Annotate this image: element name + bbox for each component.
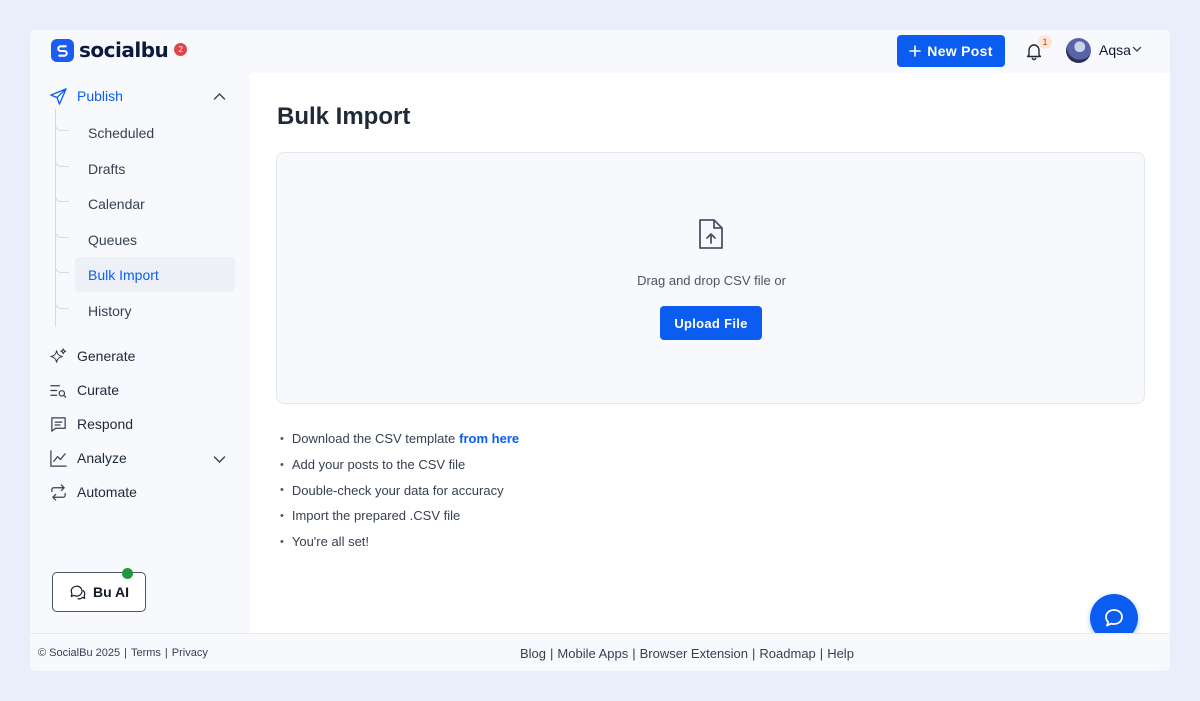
chat-bubbles-icon	[70, 585, 86, 600]
dropzone-text: Drag and drop CSV file or	[637, 273, 786, 288]
terms-link[interactable]: Terms	[131, 647, 161, 659]
sidebar-item-publish[interactable]: Publish	[48, 84, 123, 108]
copyright-text: © SocialBu 2025	[38, 647, 121, 659]
bu-ai-button[interactable]: Bu AI	[52, 572, 146, 612]
tree-branch	[55, 228, 69, 238]
chevron-down-icon[interactable]	[213, 455, 226, 464]
online-status-dot	[122, 568, 133, 579]
list-item: Import the prepared .CSV file	[280, 503, 519, 529]
sidebar-item-label: Automate	[77, 484, 137, 500]
plus-icon	[909, 45, 922, 57]
avatar[interactable]	[1066, 38, 1091, 63]
chevron-down-icon[interactable]	[1132, 44, 1142, 54]
chart-line-icon	[48, 448, 68, 468]
sidebar-item-queues[interactable]: Queues	[75, 222, 235, 257]
separator: |	[124, 647, 127, 659]
footer-link-help[interactable]: Help	[827, 646, 854, 661]
footer-legal: © SocialBu 2025 | Terms | Privacy	[38, 647, 208, 659]
sparkle-icon	[48, 346, 68, 366]
new-post-button[interactable]: New Post	[897, 35, 1005, 67]
step-text: Import the prepared .CSV file	[291, 508, 461, 524]
sidebar-item-label: Analyze	[77, 450, 127, 466]
list-item: Double-check your data for accuracy	[280, 477, 519, 503]
footer-link-blog[interactable]: Blog	[520, 646, 546, 661]
chevron-up-icon[interactable]	[213, 92, 226, 101]
sidebar-item-calendar[interactable]: Calendar	[75, 186, 235, 221]
separator: |	[752, 646, 756, 661]
sidebar-item-label: Generate	[77, 348, 136, 364]
tree-branch	[55, 157, 69, 167]
brand-name: socialbu	[79, 38, 169, 62]
brand-logo[interactable]: socialbu 2	[51, 38, 188, 62]
sidebar-item-bulk-import[interactable]: Bulk Import	[75, 257, 235, 292]
tree-branch	[55, 121, 69, 131]
privacy-link[interactable]: Privacy	[172, 647, 208, 659]
brand-badge: 2	[174, 42, 188, 56]
sidebar-item-analyze[interactable]: Analyze	[48, 446, 127, 470]
upload-file-button[interactable]: Upload File	[660, 306, 762, 340]
footer-links: Blog | Mobile Apps | Browser Extension |…	[520, 646, 854, 661]
socialbu-logo-icon	[51, 38, 74, 62]
step-text: Double-check your data for accuracy	[291, 482, 504, 498]
list-item: Download the CSV template from here	[280, 426, 519, 452]
sidebar-item-generate[interactable]: Generate	[48, 344, 135, 368]
bu-ai-label: Bu AI	[92, 584, 130, 600]
list-item: You're all set!	[280, 529, 519, 555]
sidebar-item-respond[interactable]: Respond	[48, 412, 133, 436]
sidebar-item-automate[interactable]: Automate	[48, 480, 137, 504]
footer-link-mobile-apps[interactable]: Mobile Apps	[557, 646, 628, 661]
user-name[interactable]: Aqsa	[1099, 42, 1131, 58]
sidebar-item-history[interactable]: History	[75, 293, 235, 328]
step-text: Download the CSV template	[291, 431, 456, 447]
app-frame: socialbu 2 New Post 1 Aqsa Publish Sched…	[30, 30, 1170, 671]
main-content: Bulk Import Drag and drop CSV file or Up…	[250, 73, 1170, 633]
sidebar-item-label: Respond	[77, 416, 134, 432]
footer-link-browser-extension[interactable]: Browser Extension	[640, 646, 748, 661]
page-title: Bulk Import	[277, 103, 411, 130]
separator: |	[550, 646, 554, 661]
tree-branch	[55, 263, 69, 273]
step-text: Add your posts to the CSV file	[291, 457, 466, 473]
tree-branch	[55, 299, 69, 309]
sidebar-item-label: Publish	[77, 88, 123, 104]
separator: |	[164, 647, 168, 659]
new-post-label: New Post	[927, 43, 993, 59]
footer-link-roadmap[interactable]: Roadmap	[759, 646, 815, 661]
notification-badge: 1	[1038, 35, 1052, 49]
chat-icon	[1105, 609, 1123, 627]
step-text: You're all set!	[291, 534, 370, 550]
tree-branch	[55, 192, 69, 202]
separator: |	[632, 646, 636, 661]
repeat-icon	[48, 482, 68, 502]
search-list-icon	[48, 380, 68, 400]
sidebar: Publish Scheduled Drafts Calendar Queues…	[30, 73, 250, 633]
send-icon	[48, 86, 68, 106]
separator: |	[819, 646, 824, 661]
sidebar-item-scheduled[interactable]: Scheduled	[75, 115, 235, 150]
import-steps: Download the CSV template from here Add …	[280, 426, 519, 554]
message-icon	[48, 414, 68, 434]
sidebar-item-drafts[interactable]: Drafts	[75, 151, 235, 186]
sidebar-item-curate[interactable]: Curate	[48, 378, 119, 402]
csv-dropzone[interactable]: Drag and drop CSV file or Upload File	[276, 152, 1145, 404]
list-item: Add your posts to the CSV file	[280, 452, 519, 478]
top-header: socialbu 2 New Post 1 Aqsa	[30, 30, 1170, 73]
sidebar-item-label: Curate	[77, 382, 120, 398]
file-upload-icon	[699, 219, 723, 249]
tree-line	[55, 109, 56, 327]
footer: © SocialBu 2025 | Terms | Privacy Blog |…	[30, 633, 1170, 671]
template-download-link[interactable]: from here	[459, 431, 519, 446]
